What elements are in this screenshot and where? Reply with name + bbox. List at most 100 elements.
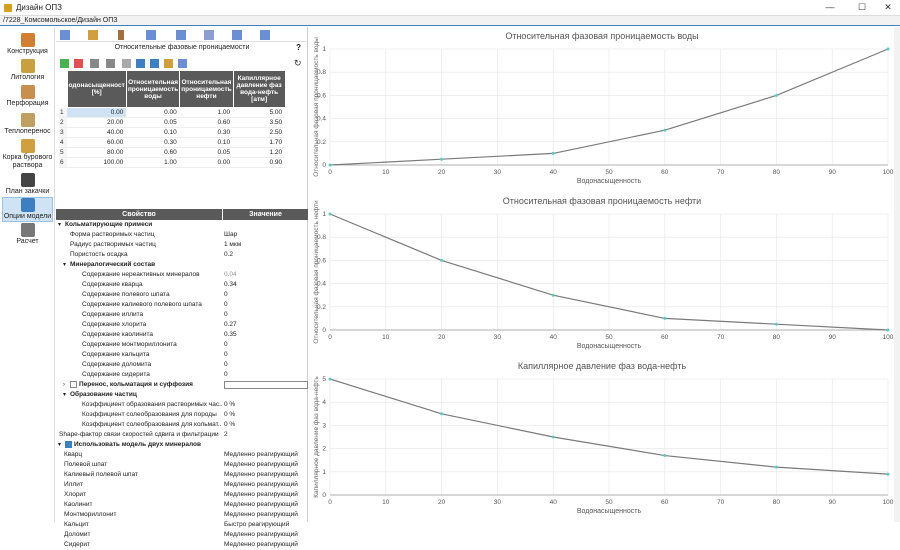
property-row[interactable]: Форма растворимых частиц Шар [56,230,308,240]
add-row-icon[interactable] [60,59,69,68]
col-header-sw[interactable]: одонасыщенност [%] [66,70,127,108]
property-value[interactable]: 0 [224,290,228,300]
property-row[interactable]: Shape-фактор связи скоростей сдвига и фи… [56,430,308,440]
property-value[interactable]: 0.04 [224,270,237,280]
property-value[interactable]: Медленно реагирующий [224,530,298,540]
property-value[interactable]: 1 мкм [224,240,241,250]
table-cell-sw[interactable]: 60.00 [67,137,127,148]
chart-icon[interactable] [136,59,145,68]
sidebar-item-injection-plan[interactable]: План закачки [2,173,53,196]
table-row[interactable]: 5 80.00 0.60 0.05 1.20 [59,147,286,158]
property-value[interactable]: 0 [224,310,228,320]
sidebar-item-perforation[interactable]: Перфорация [2,85,53,108]
property-value[interactable]: Медленно реагирующий [224,540,298,550]
import-icon[interactable] [122,59,131,68]
property-row[interactable]: Каолинит Медленно реагирующий [56,500,308,510]
table-cell-krw[interactable]: 1.00 [126,157,180,168]
tab-7-icon[interactable] [232,30,242,40]
table-cell-kro[interactable]: 0.00 [179,157,234,168]
property-value[interactable]: Медленно реагирующий [224,490,298,500]
property-value[interactable]: Шар [224,230,237,240]
property-group[interactable]: ▾ Использовать модель двух минералов [56,440,308,450]
property-row[interactable]: Калиевый полевой шпат Медленно реагирующи… [56,470,308,480]
table-cell-sw[interactable]: 0.00 [67,107,127,118]
property-row[interactable]: Содержание кальцита 0 [56,350,308,360]
sidebar-item-lithology[interactable]: Литология [2,59,53,82]
expand-toggle-icon[interactable]: › [63,380,65,390]
expand-toggle-icon[interactable]: ▾ [63,390,66,400]
expand-toggle-icon[interactable]: ▾ [63,260,66,270]
table-cell-kro[interactable]: 1.00 [179,107,234,118]
property-row[interactable]: Хлорит Медленно реагирующий [56,490,308,500]
property-row[interactable]: Сидерит Медленно реагирующий [56,540,308,550]
property-value[interactable]: Медленно реагирующий [224,460,298,470]
checkbox[interactable] [70,380,77,388]
table-cell-pc[interactable]: 3.50 [233,117,286,128]
property-row[interactable]: Полевой шпат Медленно реагирующий [56,460,308,470]
table-row[interactable]: 3 40.00 0.10 0.30 2.50 [59,127,286,138]
sidebar-item-mud-cake[interactable]: Корка бурового раствора [2,139,53,170]
table-cell-kro[interactable]: 0.30 [179,127,234,138]
tab-1-icon[interactable] [60,30,70,40]
property-row[interactable]: Содержание монтмориллонита 0 [56,340,308,350]
property-value[interactable]: 0 [224,340,228,350]
table-cell-sw[interactable]: 40.00 [67,127,127,138]
property-row[interactable]: Содержание сидерита 0 [56,370,308,380]
property-row[interactable]: Коэффициент образования растворимых час.… [56,400,308,410]
tab-6-icon[interactable] [204,30,214,40]
table-cell-kro[interactable]: 0.05 [179,147,234,158]
property-value[interactable]: 0 [224,300,228,310]
table-cell-krw[interactable]: 0.10 [126,127,180,138]
minimize-button[interactable]: — [818,1,842,14]
property-value[interactable]: 0 % [224,400,235,410]
checkbox[interactable] [65,440,72,448]
property-row[interactable]: Коэффициент солеобразования для кольмат.… [56,420,308,430]
maximize-button[interactable]: ☐ [850,1,874,14]
property-row[interactable]: Содержание полевого шпата 0 [56,290,308,300]
col-header-pc[interactable]: Капиллярное давление фаз вода-нефть [атм… [232,70,286,108]
sidebar-item-heat-transfer[interactable]: Теплоперенос [2,113,53,136]
property-row[interactable]: Содержание каолинита 0.35 [56,330,308,340]
property-row[interactable]: Содержание кварца 0.34 [56,280,308,290]
property-row[interactable]: Радиус растворимых частиц 1 мкм [56,240,308,250]
property-row[interactable]: Пористость осадка 0.2 [56,250,308,260]
property-value[interactable]: 0.27 [224,320,237,330]
paste-icon[interactable] [106,59,115,68]
property-row[interactable]: Содержание хлорита 0.27 [56,320,308,330]
property-row[interactable]: Содержание калиевого полевого шпата 0 [56,300,308,310]
sidebar-item-construction[interactable]: Конструкция [2,33,53,56]
property-row[interactable]: Содержание нереактивных минералов 0.04 [56,270,308,280]
value-field[interactable] [224,381,308,389]
table-cell-sw[interactable]: 20.00 [67,117,127,128]
tab-4-icon[interactable] [146,30,156,40]
table-cell-sw[interactable]: 80.00 [67,147,127,158]
table-cell-sw[interactable]: 100.00 [67,157,127,168]
property-value[interactable]: Медленно реагирующий [224,470,298,480]
property-value[interactable]: Медленно реагирующий [224,480,298,490]
table-cell-krw[interactable]: 0.30 [126,137,180,148]
property-value[interactable]: 0.34 [224,280,237,290]
property-row[interactable]: Кварц Медленно реагирующий [56,450,308,460]
expand-toggle-icon[interactable]: ▾ [58,220,61,230]
property-group[interactable]: › Перенос, кольматация и суффозия [56,380,308,390]
table-cell-krw[interactable]: 0.05 [126,117,180,128]
property-row[interactable]: Содержание доломита 0 [56,360,308,370]
property-row[interactable]: Доломит Медленно реагирующий [56,530,308,540]
formula-icon[interactable] [164,59,173,68]
table-row[interactable]: 4 60.00 0.30 0.10 1.70 [59,137,286,148]
table-cell-pc[interactable]: 1.70 [233,137,286,148]
table-cell-krw[interactable]: 0.60 [126,147,180,158]
property-group[interactable]: ▾ Кольматирующие примеси [56,220,308,230]
property-value[interactable]: Медленно реагирующий [224,500,298,510]
property-value[interactable]: 0 [224,350,228,360]
table-cell-krw[interactable]: 0.00 [126,107,180,118]
col-header-krw[interactable]: Относительная проницаемость воды [125,70,181,108]
tab-5-icon[interactable] [176,30,186,40]
property-value[interactable]: 2 [224,430,228,440]
property-value[interactable]: 0 % [224,410,235,420]
tab-8-icon[interactable] [260,30,270,40]
property-group[interactable]: ▾ Образование частиц [56,390,308,400]
property-value[interactable]: 0 [224,370,228,380]
property-row[interactable]: Иллит Медленно реагирующий [56,480,308,490]
help-icon[interactable]: ? [296,43,301,52]
